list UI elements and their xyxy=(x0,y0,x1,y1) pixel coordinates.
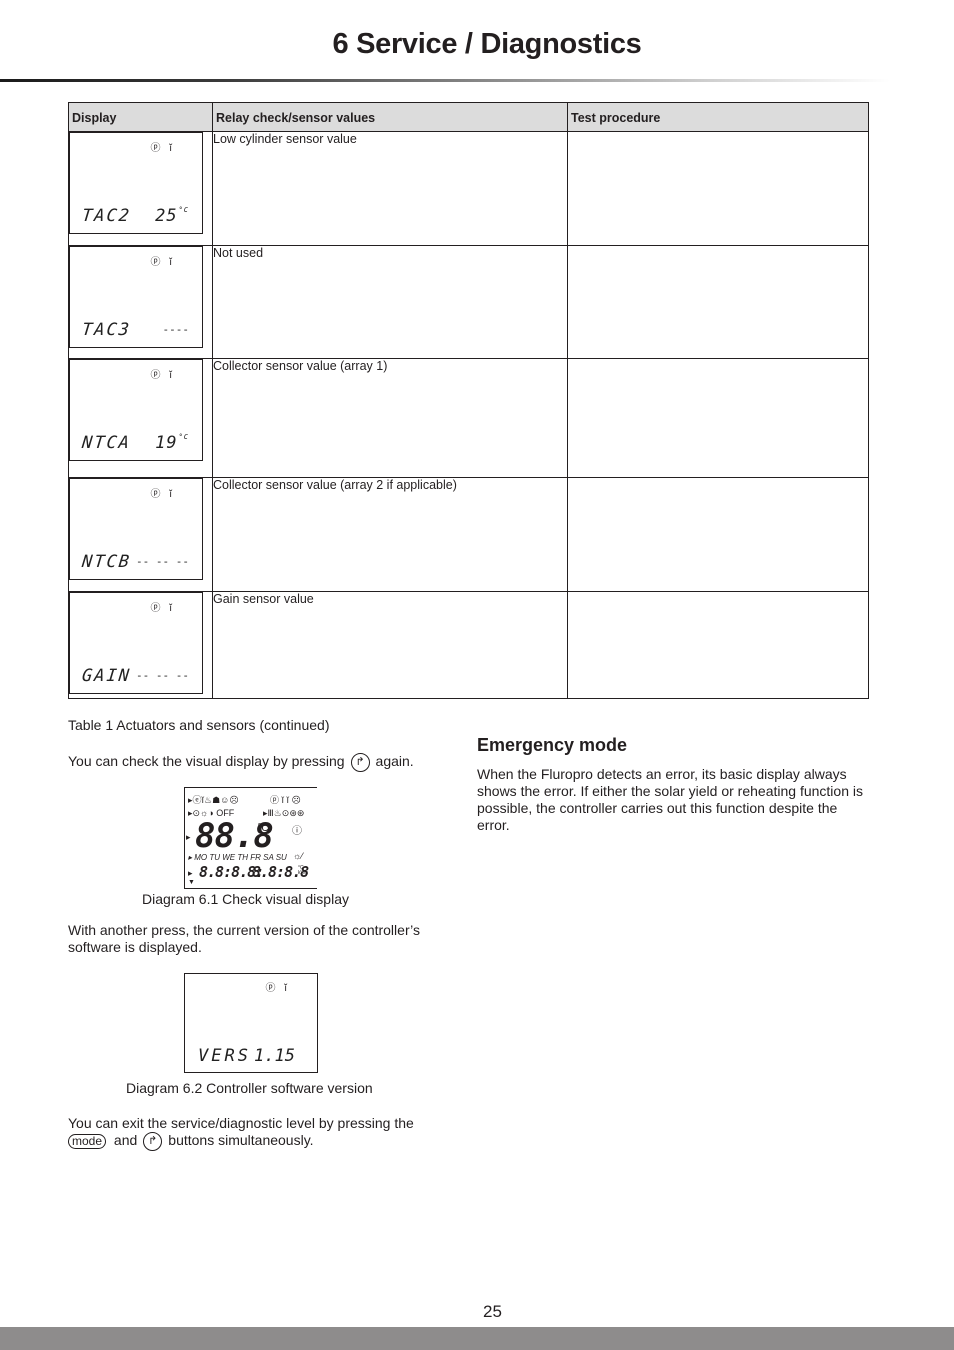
lcd-value-number: 19 xyxy=(155,433,178,453)
version-lcd-display: ⓟ ĭ VERS 1.15 xyxy=(184,973,318,1073)
arrow-button-icon: ↱ xyxy=(350,753,370,772)
exit-and-text: and xyxy=(113,1132,138,1149)
exit-paragraph: You can exit the service/diagnostic leve… xyxy=(68,1115,448,1151)
lcd-display: ⓟ ĭ NTCA 19°C xyxy=(69,359,203,461)
info-icon: ⓘ xyxy=(292,826,302,837)
column-header-display: Display xyxy=(68,102,213,132)
column-header-relay: Relay check/sensor values xyxy=(212,102,568,132)
lcd-big-unit: °C xyxy=(257,822,270,834)
lcd-unit: °C xyxy=(178,206,189,214)
display-cell: ⓟ ĭ GAIN -- -- -- xyxy=(68,591,213,699)
test-cell xyxy=(567,358,869,478)
sun-icon: ☼⁄ xyxy=(293,851,303,861)
test-cell xyxy=(567,131,869,246)
service-icons: ⓟ ĭ xyxy=(150,143,175,154)
display-cell: ⓟ ĭ NTCB -- -- -- xyxy=(68,477,213,592)
actuators-sensors-table: Display Relay check/sensor values Test p… xyxy=(68,102,869,699)
lcd-unit: °C xyxy=(178,433,189,441)
table-row: ⓟ ĭ TAC3 ---- Not used xyxy=(68,245,869,359)
table-row: ⓟ ĭ GAIN -- -- -- Gain sensor value xyxy=(68,591,869,699)
footer-bar xyxy=(0,1327,954,1350)
lcd-label: GAIN xyxy=(80,666,133,686)
display-cell: ⓟ ĭ NTCA 19°C xyxy=(68,358,213,478)
table-row: ⓟ ĭ NTCA 19°C Collector sensor value (ar… xyxy=(68,358,869,478)
test-cell xyxy=(567,477,869,592)
table-header-row: Display Relay check/sensor values Test p… xyxy=(68,102,869,132)
lcd-label: TAC3 xyxy=(80,320,133,340)
lcd-display: ⓟ ĭ GAIN -- -- -- xyxy=(69,592,203,694)
relay-cell: Gain sensor value xyxy=(212,591,568,699)
version-paragraph: With another press, the current version … xyxy=(68,922,420,955)
lcd-label: NTCB xyxy=(80,552,133,572)
service-icons: ⓟ ĭ xyxy=(150,257,175,268)
lcd-label: NTCA xyxy=(80,433,133,453)
lcd-value: 25°C xyxy=(155,206,189,226)
lcd-label: VERS xyxy=(198,1046,251,1066)
lcd-value-number: 25 xyxy=(155,206,178,226)
lcd-arrow: ▸ xyxy=(186,832,191,842)
test-cell xyxy=(567,591,869,699)
table-caption: Table 1 Actuators and sensors (continued… xyxy=(68,717,330,733)
check-text-after: again. xyxy=(375,753,414,770)
relay-cell: Not used xyxy=(212,245,568,359)
exit-text: You can exit the service/diagnostic leve… xyxy=(68,1115,414,1131)
lcd-arrow: ▸ xyxy=(188,868,193,878)
page-number: 25 xyxy=(483,1302,502,1321)
lcd-weekdays: ▸ MO TU WE TH FR SA SU xyxy=(188,853,287,862)
test-cell xyxy=(567,245,869,359)
diagram-6-2-caption: Diagram 6.2 Controller software version xyxy=(126,1080,373,1096)
emergency-mode-body: When the Fluropro detects an error, its … xyxy=(477,766,863,833)
lcd-value: 19°C xyxy=(155,433,189,453)
lcd-row1-right-icons: ⓟ ĭ ĭ ☹ xyxy=(270,795,301,805)
lcd-display: ⓟ ĭ NTCB -- -- -- xyxy=(69,478,203,580)
lcd-display: ⓟ ĭ TAC2 25°C xyxy=(69,132,203,234)
check-text: You can check the visual display by pres… xyxy=(68,753,345,770)
lcd-down-arrow: ▼ xyxy=(188,879,195,886)
table-row: ⓟ ĭ TAC2 25°C Low cylinder sensor value xyxy=(68,131,869,246)
table-row: ⓟ ĭ NTCB -- -- -- Collector sensor value… xyxy=(68,477,869,592)
lcd-label: TAC2 xyxy=(80,206,133,226)
display-cell: ⓟ ĭ TAC3 ---- xyxy=(68,245,213,359)
lcd-value: -- -- -- xyxy=(136,555,189,568)
diagram-6-1-caption: Diagram 6.1 Check visual display xyxy=(142,891,349,907)
lcd-version-value: 1.15 xyxy=(254,1046,295,1066)
service-icons: ⓟ ĭ xyxy=(150,603,175,614)
lcd-row1-icons: ▸ⓔĭ♨☗☺☹ xyxy=(188,795,239,805)
lcd-value: -- -- -- xyxy=(136,669,189,682)
lcd-display: ⓟ ĭ TAC3 ---- xyxy=(69,246,203,348)
column-header-test: Test procedure xyxy=(567,102,869,132)
service-icons: ⓟ ĭ xyxy=(150,489,175,500)
arrow-button-icon: ↱ xyxy=(143,1132,163,1151)
display-cell: ⓟ ĭ TAC2 25°C xyxy=(68,131,213,246)
lcd-seg-unit: °C kWh xyxy=(298,865,308,876)
exit-text-after: buttons simultaneously. xyxy=(168,1132,314,1149)
service-icons: ⓟ ĭ xyxy=(265,983,290,994)
relay-cell: Low cylinder sensor value xyxy=(212,131,568,246)
page-title: 6 Service / Diagnostics xyxy=(332,28,642,60)
lcd-value: ---- xyxy=(162,323,190,336)
relay-cell: Collector sensor value (array 2 if appli… xyxy=(212,477,568,592)
check-display-paragraph: You can check the visual display by pres… xyxy=(68,753,468,772)
full-lcd-test-display: ▸ⓔĭ♨☗☺☹ ⓟ ĭ ĭ ☹ ▸⊙☼◑ OFF ▸Ⅲ♨⊙⊛⊛ ▸ 88.8 °… xyxy=(184,787,317,889)
relay-cell: Collector sensor value (array 1) xyxy=(212,358,568,478)
mode-button-icon: mode xyxy=(68,1134,107,1149)
emergency-mode-heading: Emergency mode xyxy=(477,735,628,755)
service-icons: ⓟ ĭ xyxy=(150,370,175,381)
title-rule xyxy=(0,79,890,82)
